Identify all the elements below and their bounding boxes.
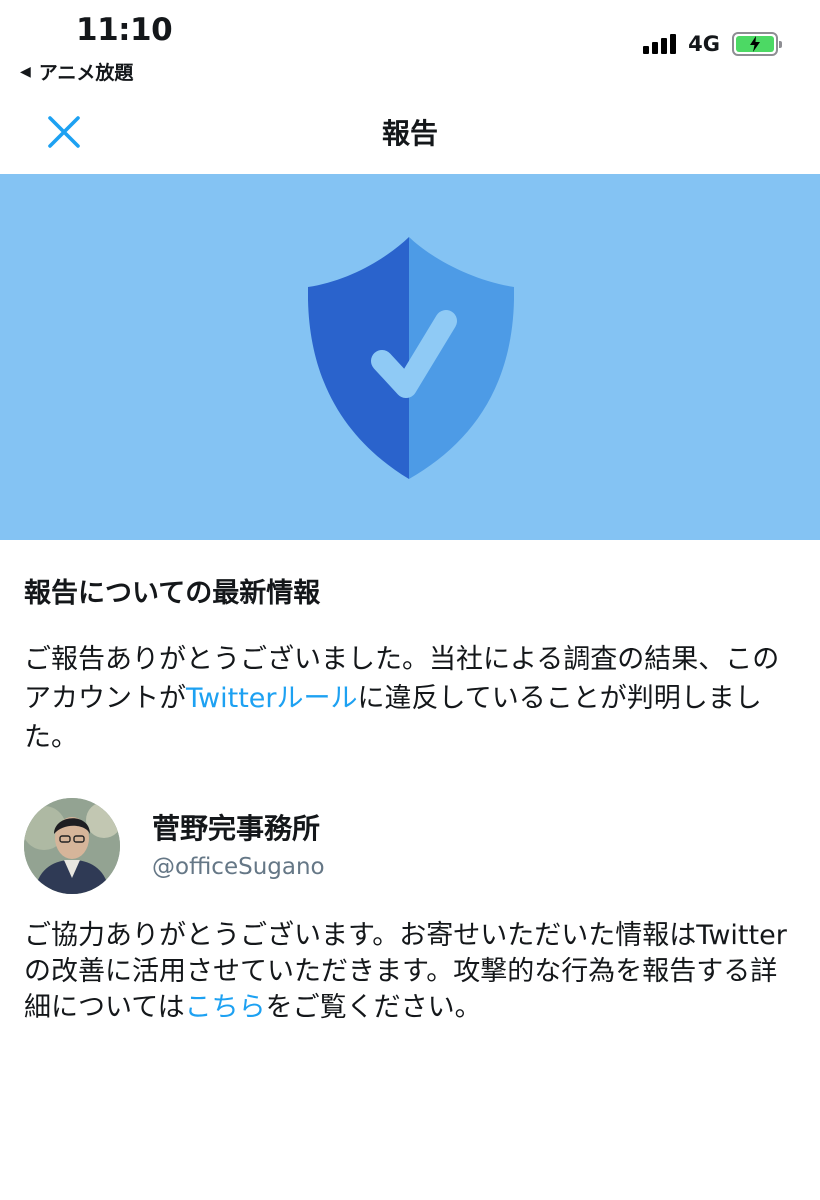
battery-charging-icon bbox=[732, 32, 782, 56]
account-info: 菅野完事務所 @officeSugano bbox=[152, 810, 325, 884]
report-banner bbox=[0, 174, 820, 540]
account-name: 菅野完事務所 bbox=[152, 812, 321, 845]
section-heading: 報告についての最新情報 bbox=[24, 578, 321, 609]
report-content: 報告についての最新情報 ご報告ありがとうございました。当社による調査の結果、この… bbox=[24, 574, 796, 757]
status-time: 11:10 bbox=[76, 12, 173, 48]
back-app-label: アニメ放題 bbox=[38, 62, 134, 84]
status-bar: 11:10 ◀ アニメ放題 4G bbox=[0, 0, 820, 90]
back-to-app-link[interactable]: ◀ アニメ放題 bbox=[20, 58, 133, 85]
cellular-signal-icon bbox=[643, 34, 677, 54]
thanks-message-text-end: をご覧ください。 bbox=[265, 992, 482, 1023]
network-type: 4G bbox=[688, 32, 720, 56]
twitter-rules-link[interactable]: Twitterルール bbox=[186, 683, 358, 714]
thanks-message: ご協力ありがとうございます。お寄せいただいた情報はTwitterの改善に活用させ… bbox=[24, 918, 796, 1026]
reported-account[interactable]: 菅野完事務所 @officeSugano bbox=[24, 798, 325, 894]
avatar bbox=[24, 798, 120, 894]
status-indicators: 4G bbox=[643, 32, 782, 56]
back-triangle-icon: ◀ bbox=[20, 63, 31, 80]
account-handle: @officeSugano bbox=[152, 854, 325, 880]
shield-check-icon bbox=[308, 237, 514, 479]
details-here-link[interactable]: こちら bbox=[185, 992, 266, 1023]
page-title: 報告 bbox=[381, 117, 438, 150]
result-message: ご報告ありがとうございました。当社による調査の結果、このアカウントがTwitte… bbox=[24, 640, 796, 757]
report-header: 報告 bbox=[0, 90, 820, 174]
